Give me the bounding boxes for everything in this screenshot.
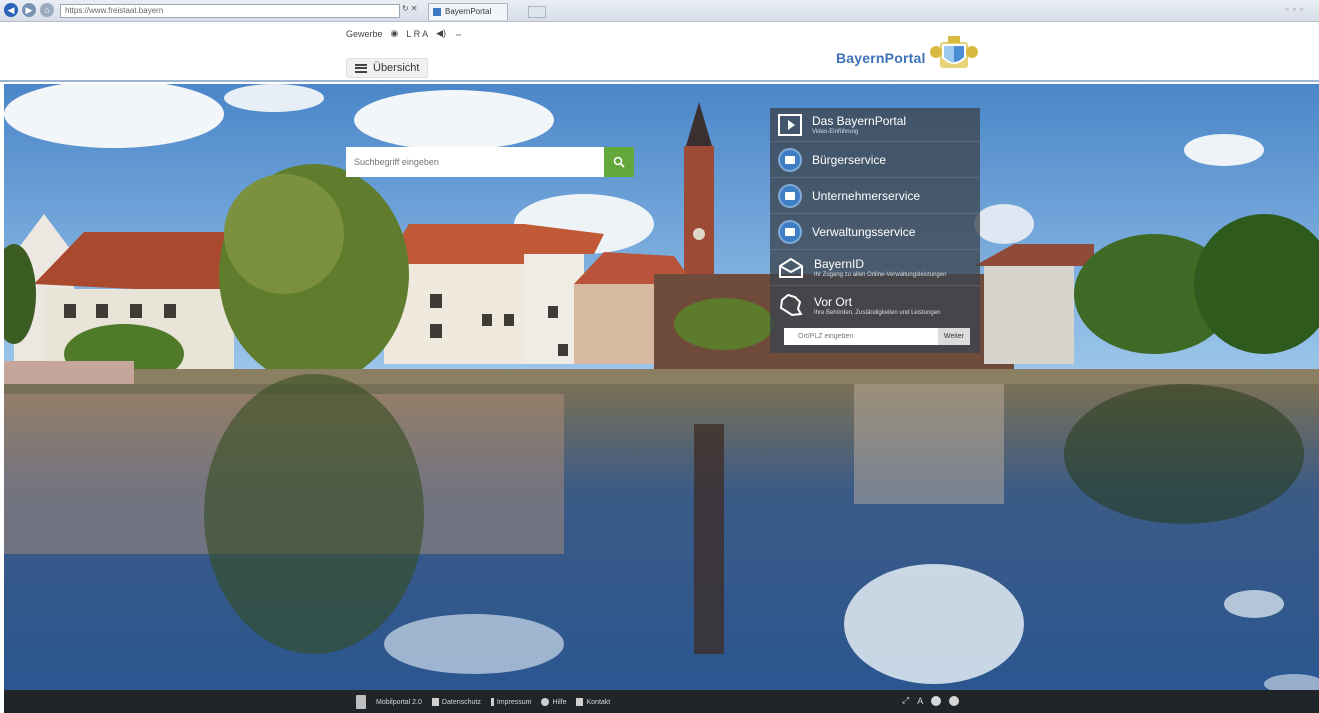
back-icon[interactable]: ◀ <box>4 3 18 17</box>
bayernid-item[interactable]: BayernID Ihr Zugang zu allen Online-Verw… <box>770 250 980 286</box>
bayernid-title: BayernID <box>814 257 865 271</box>
brand-logo-text[interactable]: BayernPortal <box>836 50 926 66</box>
share-icon[interactable] <box>949 695 960 706</box>
service-menu-panel: Das BayernPortal Video-Einführung Bürger… <box>770 108 980 353</box>
location-search: Weiter <box>784 328 970 345</box>
people-icon <box>778 147 802 172</box>
menu-icon <box>355 63 367 73</box>
accessibility-icon[interactable]: ◉ <box>391 28 399 39</box>
menu-item-label: Bürgerservice <box>812 152 887 167</box>
footer-link-help[interactable]: Hilfe <box>541 698 566 706</box>
intro-video-item[interactable]: Das BayernPortal Video-Einführung <box>770 108 980 142</box>
overview-button[interactable]: Übersicht <box>346 58 429 78</box>
bavaria-crest-icon <box>930 36 978 68</box>
briefcase-icon <box>778 183 802 208</box>
search-icon <box>613 156 625 168</box>
building-icon <box>778 219 802 244</box>
social-icon[interactable] <box>931 695 942 706</box>
fullscreen-icon[interactable]: ⤢ <box>902 695 909 706</box>
portal-header: Gewerbe ◉ L R A ◀) ⇔ Übersicht BayernPor… <box>0 22 1319 82</box>
browser-tab[interactable]: BayernPortal <box>428 3 508 20</box>
address-bar[interactable]: https://www.freistaat.bayern <box>60 4 400 18</box>
bayernid-subtitle: Ihr Zugang zu allen Online-Verwaltungsle… <box>814 272 947 278</box>
new-tab-button[interactable] <box>528 6 546 18</box>
location-submit-button[interactable]: Weiter <box>937 328 970 345</box>
utility-bar: Gewerbe ◉ L R A ◀) ⇔ <box>346 28 463 39</box>
utility-link-gewerbe[interactable]: Gewerbe <box>346 29 383 39</box>
hero-landscape-photo <box>4 84 1319 690</box>
footer-link-privacy[interactable]: Datenschutz <box>431 698 481 706</box>
font-size-button[interactable]: A <box>917 696 923 706</box>
intro-title: Das BayernPortal <box>812 114 907 128</box>
vor-ort-subtitle: Ihre Behörden, Zuständigkeiten und Leist… <box>814 309 941 316</box>
contact-icon <box>576 698 584 706</box>
reload-icon[interactable]: ↻ ✕ <box>402 4 418 13</box>
browser-toolbar: ◀ ▶ ⌂ https://www.freistaat.bayern ↻ ✕ B… <box>0 0 1319 22</box>
vor-ort-title: Vor Ort <box>814 294 853 309</box>
overview-label: Übersicht <box>373 62 420 74</box>
info-icon <box>490 698 494 706</box>
play-icon <box>778 113 802 136</box>
home-icon[interactable]: ⌂ <box>40 3 54 17</box>
window-controls[interactable]: ▫▫▫ <box>1285 4 1307 14</box>
contrast-icon[interactable]: ⇔ <box>454 29 463 39</box>
speaker-icon[interactable]: ◀) <box>436 28 446 39</box>
search-button[interactable] <box>604 147 634 177</box>
footer-links: Mobilportal 2.0 Datenschutz Impressum Hi… <box>356 695 610 709</box>
menu-item-label: Verwaltungsservice <box>812 224 916 239</box>
font-size-control[interactable]: L R A <box>406 29 428 39</box>
footer-tools: ⤢ A <box>902 695 960 706</box>
search-input[interactable] <box>346 147 604 177</box>
lock-icon <box>431 698 439 706</box>
location-input[interactable] <box>784 328 938 345</box>
vor-ort-item[interactable]: Vor Ort Ihre Behörden, Zuständigkeiten u… <box>770 286 980 324</box>
footer-bar: Mobilportal 2.0 Datenschutz Impressum Hi… <box>4 690 1319 713</box>
menu-item-unternehmerservice[interactable]: Unternehmerservice <box>770 178 980 214</box>
menu-item-buergerservice[interactable]: Bürgerservice <box>770 142 980 178</box>
footer-link-mobile[interactable]: Mobilportal 2.0 <box>376 699 422 706</box>
forward-icon[interactable]: ▶ <box>22 3 36 17</box>
bavaria-map-icon <box>779 293 803 317</box>
smartphone-icon <box>356 695 366 709</box>
intro-subtitle: Video-Einführung <box>812 129 859 135</box>
search-bar <box>346 147 634 177</box>
help-icon <box>541 698 550 706</box>
envelope-icon <box>779 257 803 278</box>
menu-item-verwaltungsservice[interactable]: Verwaltungsservice <box>770 214 980 250</box>
footer-link-imprint[interactable]: Impressum <box>490 698 531 706</box>
menu-item-label: Unternehmerservice <box>812 188 921 203</box>
footer-link-contact[interactable]: Kontakt <box>576 698 610 706</box>
